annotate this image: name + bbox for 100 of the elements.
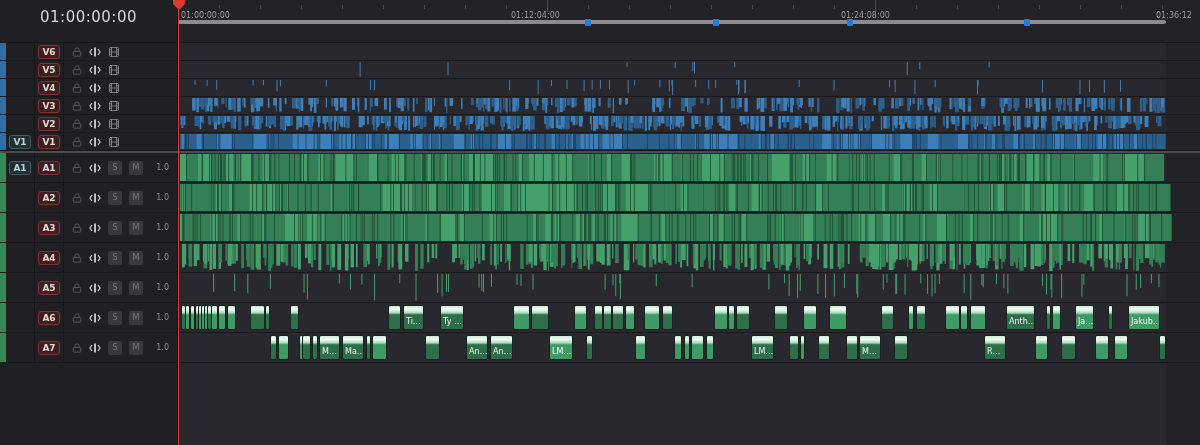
volume-value: 1.0 xyxy=(156,223,169,232)
track-button[interactable]: A3 xyxy=(38,220,60,235)
bracket-cursor-icon[interactable] xyxy=(89,222,101,233)
clip-label: An… xyxy=(493,347,512,356)
track-button[interactable]: A1 xyxy=(38,160,60,175)
audio-clip xyxy=(1159,335,1166,360)
bracket-cursor-icon[interactable] xyxy=(89,252,101,263)
lock-icon[interactable] xyxy=(72,100,82,111)
marker-icon[interactable] xyxy=(713,19,719,26)
audio-clip xyxy=(513,305,530,330)
film-icon[interactable] xyxy=(108,63,120,76)
scroll-bar[interactable] xyxy=(178,20,1166,24)
lock-icon[interactable] xyxy=(72,82,82,93)
audio-clip xyxy=(908,305,914,330)
track-button[interactable]: V6 xyxy=(38,44,60,59)
clip-label: Ma… xyxy=(345,347,363,356)
audio-clip xyxy=(425,335,440,360)
film-icon[interactable] xyxy=(108,45,120,58)
film-icon[interactable] xyxy=(108,117,120,130)
lock-icon[interactable] xyxy=(72,282,82,293)
track-button[interactable]: A4 xyxy=(38,250,60,265)
volume-value: 1.0 xyxy=(156,313,169,322)
audio-clip xyxy=(586,335,593,360)
bracket-cursor-icon[interactable] xyxy=(89,342,101,353)
bracket-cursor-icon[interactable] xyxy=(89,282,101,293)
bracket-cursor-icon[interactable] xyxy=(89,82,101,93)
audio-clip xyxy=(603,305,612,330)
track-button[interactable]: V1 xyxy=(38,134,60,149)
volume-value: 1.0 xyxy=(156,253,169,262)
film-icon[interactable] xyxy=(108,99,120,112)
audio-clip xyxy=(1108,305,1113,330)
ruler-timecode: 01:36:12 xyxy=(1156,11,1192,20)
track-button[interactable]: V3 xyxy=(38,98,60,113)
lock-icon[interactable] xyxy=(72,64,82,75)
audio-clip xyxy=(674,335,682,360)
audio-clip xyxy=(227,305,236,330)
clip-label: M… xyxy=(322,347,337,356)
volume-value: 1.0 xyxy=(156,163,169,172)
lock-icon[interactable] xyxy=(72,192,82,203)
track-button[interactable]: A6 xyxy=(38,310,60,325)
film-icon[interactable] xyxy=(108,135,120,148)
audio-clip xyxy=(1114,335,1128,360)
audio-clip xyxy=(1061,335,1076,360)
audio-clip xyxy=(706,335,714,360)
audio-clip xyxy=(388,305,401,330)
clip-label: M… xyxy=(862,347,877,356)
audio-clip xyxy=(531,305,549,330)
audio-clip xyxy=(829,305,847,330)
marker-icon[interactable] xyxy=(847,19,853,26)
track-button[interactable]: V4 xyxy=(38,80,60,95)
lock-icon[interactable] xyxy=(72,342,82,353)
audio-clip xyxy=(1035,335,1048,360)
clip-label: An… xyxy=(469,347,487,356)
volume-value: 1.0 xyxy=(156,343,169,352)
audio-clip xyxy=(594,305,603,330)
track-button[interactable]: V5 xyxy=(38,62,60,77)
lock-icon[interactable] xyxy=(72,162,82,173)
lock-icon[interactable] xyxy=(72,312,82,323)
lock-icon[interactable] xyxy=(72,136,82,147)
clip-label: Jakub… xyxy=(1131,317,1159,326)
clip-label: LM… xyxy=(552,347,572,356)
audio-clip xyxy=(1095,335,1109,360)
bracket-cursor-icon[interactable] xyxy=(89,192,101,203)
track-button[interactable]: A2 xyxy=(38,190,60,205)
track-button[interactable]: A5 xyxy=(38,280,60,295)
marker-icon[interactable] xyxy=(585,19,591,26)
ruler-timecode: 01:12:04:00 xyxy=(511,11,560,20)
audio-clip xyxy=(644,305,660,330)
audio-clip xyxy=(894,335,908,360)
clip-label: Ty … xyxy=(443,317,462,326)
audio-clip xyxy=(574,305,587,330)
audio-clip xyxy=(635,335,646,360)
clip-label: Anth… xyxy=(1009,317,1034,326)
bracket-cursor-icon[interactable] xyxy=(89,162,101,173)
timecode-display: 01:00:00:00 xyxy=(40,8,137,26)
audio-clip xyxy=(774,305,788,330)
bracket-cursor-icon[interactable] xyxy=(89,100,101,111)
audio-clip xyxy=(803,305,817,330)
track-button[interactable]: V2 xyxy=(38,116,60,131)
lock-icon[interactable] xyxy=(72,222,82,233)
audio-clip xyxy=(625,305,635,330)
clip-label: LM… xyxy=(754,347,773,356)
lock-icon[interactable] xyxy=(72,118,82,129)
source-patch-button[interactable]: A1 xyxy=(9,160,31,175)
audio-clip xyxy=(290,305,299,330)
track-button[interactable]: A7 xyxy=(38,340,60,355)
source-patch-button[interactable]: V1 xyxy=(9,134,31,149)
playhead-icon[interactable] xyxy=(173,0,185,10)
audio-clip xyxy=(818,335,830,360)
bracket-cursor-icon[interactable] xyxy=(89,64,101,75)
bracket-cursor-icon[interactable] xyxy=(89,46,101,57)
lock-icon[interactable] xyxy=(72,46,82,57)
ruler-timecode: 01:00:00:00 xyxy=(181,11,230,20)
audio-clip xyxy=(881,305,894,330)
bracket-cursor-icon[interactable] xyxy=(89,118,101,129)
marker-icon[interactable] xyxy=(1024,19,1030,26)
bracket-cursor-icon[interactable] xyxy=(89,136,101,147)
lock-icon[interactable] xyxy=(72,252,82,263)
bracket-cursor-icon[interactable] xyxy=(89,312,101,323)
film-icon[interactable] xyxy=(108,81,120,94)
